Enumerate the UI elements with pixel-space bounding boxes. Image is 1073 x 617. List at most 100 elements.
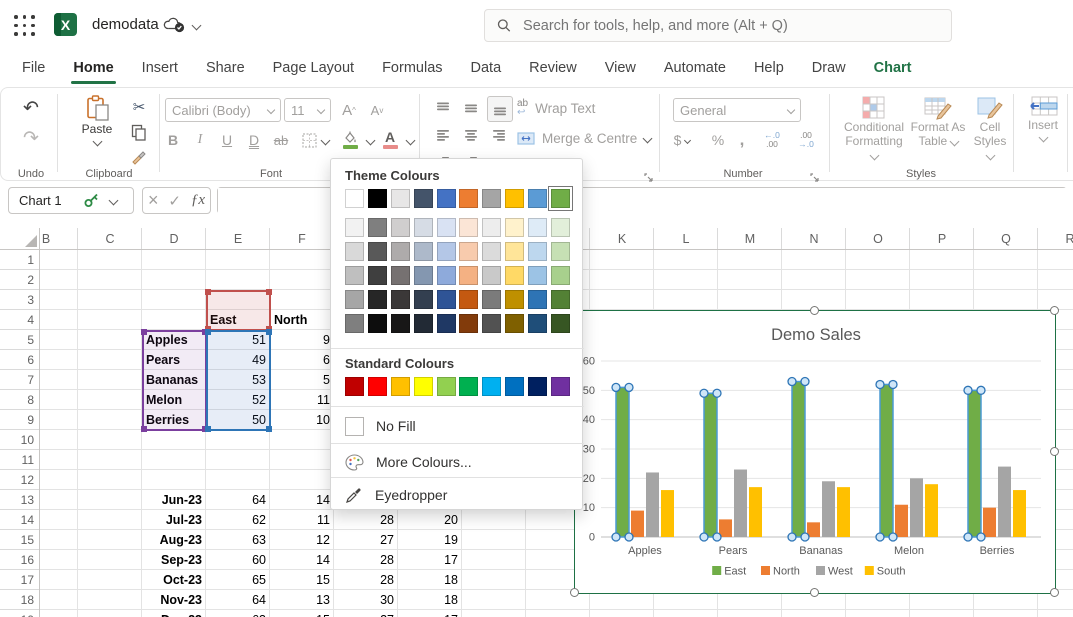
series-selection-handle[interactable] — [700, 389, 708, 397]
bar-West-Berries[interactable] — [998, 467, 1011, 537]
cancel-button[interactable]: × — [148, 190, 159, 211]
tab-draw[interactable]: Draw — [798, 51, 860, 85]
copy-button[interactable] — [127, 121, 151, 143]
range-handle[interactable] — [205, 329, 211, 335]
row-header-11[interactable]: 11 — [0, 450, 34, 470]
wrap-text-button[interactable]: ab↩ Wrap Text — [517, 96, 595, 120]
bold-button[interactable]: B — [161, 128, 185, 152]
color-swatch[interactable] — [414, 189, 433, 208]
series-selection-handle[interactable] — [700, 533, 708, 541]
series-selection-handle[interactable] — [801, 378, 809, 386]
range-handle[interactable] — [141, 426, 147, 432]
color-swatch[interactable] — [437, 377, 456, 396]
italic-button[interactable]: I — [188, 128, 212, 152]
search-box[interactable] — [484, 9, 952, 42]
color-swatch[interactable] — [505, 218, 524, 237]
column-header-L[interactable]: L — [654, 228, 718, 250]
app-launcher-icon[interactable] — [14, 15, 36, 37]
cell-G16[interactable]: 28 — [334, 550, 398, 570]
row-header-10[interactable]: 10 — [0, 430, 34, 450]
strikethrough-button[interactable]: ab — [269, 128, 293, 152]
cell-F7[interactable]: 5 — [270, 370, 334, 390]
bar-East-Bananas[interactable] — [792, 382, 805, 537]
color-swatch[interactable] — [551, 314, 570, 333]
bar-West-Melon[interactable] — [910, 478, 923, 537]
cell-H15[interactable]: 19 — [398, 530, 462, 550]
color-swatch[interactable] — [368, 266, 387, 285]
increase-font-button[interactable]: A^ — [337, 98, 361, 122]
color-swatch[interactable] — [437, 218, 456, 237]
color-swatch[interactable] — [437, 290, 456, 309]
cell-D16[interactable]: Sep-23 — [142, 550, 206, 570]
bar-North-Berries[interactable] — [983, 508, 996, 537]
cell-H16[interactable]: 17 — [398, 550, 462, 570]
cell-E19[interactable]: 63 — [206, 610, 270, 617]
cell-G15[interactable]: 27 — [334, 530, 398, 550]
column-header-P[interactable]: P — [910, 228, 974, 250]
tab-view[interactable]: View — [591, 51, 650, 85]
column-header-O[interactable]: O — [846, 228, 910, 250]
color-swatch[interactable] — [437, 266, 456, 285]
color-swatch[interactable] — [551, 290, 570, 309]
cut-button[interactable]: ✂ — [127, 96, 151, 118]
fill-color-button[interactable] — [337, 126, 363, 154]
color-swatch[interactable] — [345, 189, 364, 208]
bar-South-Pears[interactable] — [749, 487, 762, 537]
bar-North-Apples[interactable] — [631, 511, 644, 537]
series-name-range-highlight[interactable] — [206, 290, 271, 331]
color-swatch[interactable] — [391, 314, 410, 333]
color-swatch[interactable] — [459, 266, 478, 285]
column-header-E[interactable]: E — [206, 228, 270, 250]
series-selection-handle[interactable] — [625, 383, 633, 391]
cell-D15[interactable]: Aug-23 — [142, 530, 206, 550]
tab-insert[interactable]: Insert — [128, 51, 192, 85]
conditional-formatting-button[interactable]: Conditional Formatting — [844, 96, 904, 162]
bar-West-Bananas[interactable] — [822, 481, 835, 537]
font-color-button[interactable]: A — [377, 126, 403, 154]
range-handle[interactable] — [266, 289, 272, 295]
color-swatch[interactable] — [345, 377, 364, 396]
color-swatch[interactable] — [345, 218, 364, 237]
color-swatch[interactable] — [368, 189, 387, 208]
series-selection-handle[interactable] — [612, 533, 620, 541]
tab-data[interactable]: Data — [457, 51, 516, 85]
color-swatch[interactable] — [345, 290, 364, 309]
color-swatch[interactable] — [345, 242, 364, 261]
percent-style-button[interactable]: % — [707, 128, 729, 152]
series-selection-handle[interactable] — [788, 533, 796, 541]
tab-help[interactable]: Help — [740, 51, 798, 85]
bar-East-Berries[interactable] — [968, 390, 981, 537]
color-swatch[interactable] — [459, 218, 478, 237]
tab-home[interactable]: Home — [59, 51, 127, 85]
chart-selection-handle[interactable] — [1050, 306, 1059, 315]
color-swatch[interactable] — [368, 314, 387, 333]
row-header-7[interactable]: 7 — [0, 370, 34, 390]
double-underline-button[interactable]: D — [242, 128, 266, 152]
cell-styles-button[interactable]: Cell Styles — [969, 96, 1011, 162]
color-swatch[interactable] — [505, 377, 524, 396]
color-swatch[interactable] — [482, 218, 501, 237]
x-axis-label[interactable]: Berries — [980, 545, 1015, 557]
number-format-select[interactable]: General — [673, 98, 801, 122]
color-swatch[interactable] — [528, 218, 547, 237]
row-header-15[interactable]: 15 — [0, 530, 34, 550]
bar-East-Melon[interactable] — [880, 384, 893, 537]
column-header-M[interactable]: M — [718, 228, 782, 250]
row-header-5[interactable]: 5 — [0, 330, 34, 350]
row-header-8[interactable]: 8 — [0, 390, 34, 410]
color-swatch[interactable] — [551, 242, 570, 261]
column-header-D[interactable]: D — [142, 228, 206, 250]
series-selection-handle[interactable] — [964, 533, 972, 541]
comma-style-button[interactable]: , — [733, 128, 751, 152]
color-swatch[interactable] — [368, 377, 387, 396]
cell-H19[interactable]: 17 — [398, 610, 462, 617]
cell-F4[interactable]: North — [270, 310, 334, 330]
cell-D19[interactable]: Dec-23 — [142, 610, 206, 617]
color-swatch[interactable] — [437, 242, 456, 261]
color-swatch[interactable] — [551, 266, 570, 285]
color-swatch[interactable] — [414, 242, 433, 261]
cell-H17[interactable]: 18 — [398, 570, 462, 590]
series-selection-handle[interactable] — [964, 386, 972, 394]
redo-button[interactable]: ↷ — [15, 124, 47, 152]
chart-object[interactable]: Demo Sales0102030405060ApplesPearsBanana… — [574, 310, 1056, 594]
